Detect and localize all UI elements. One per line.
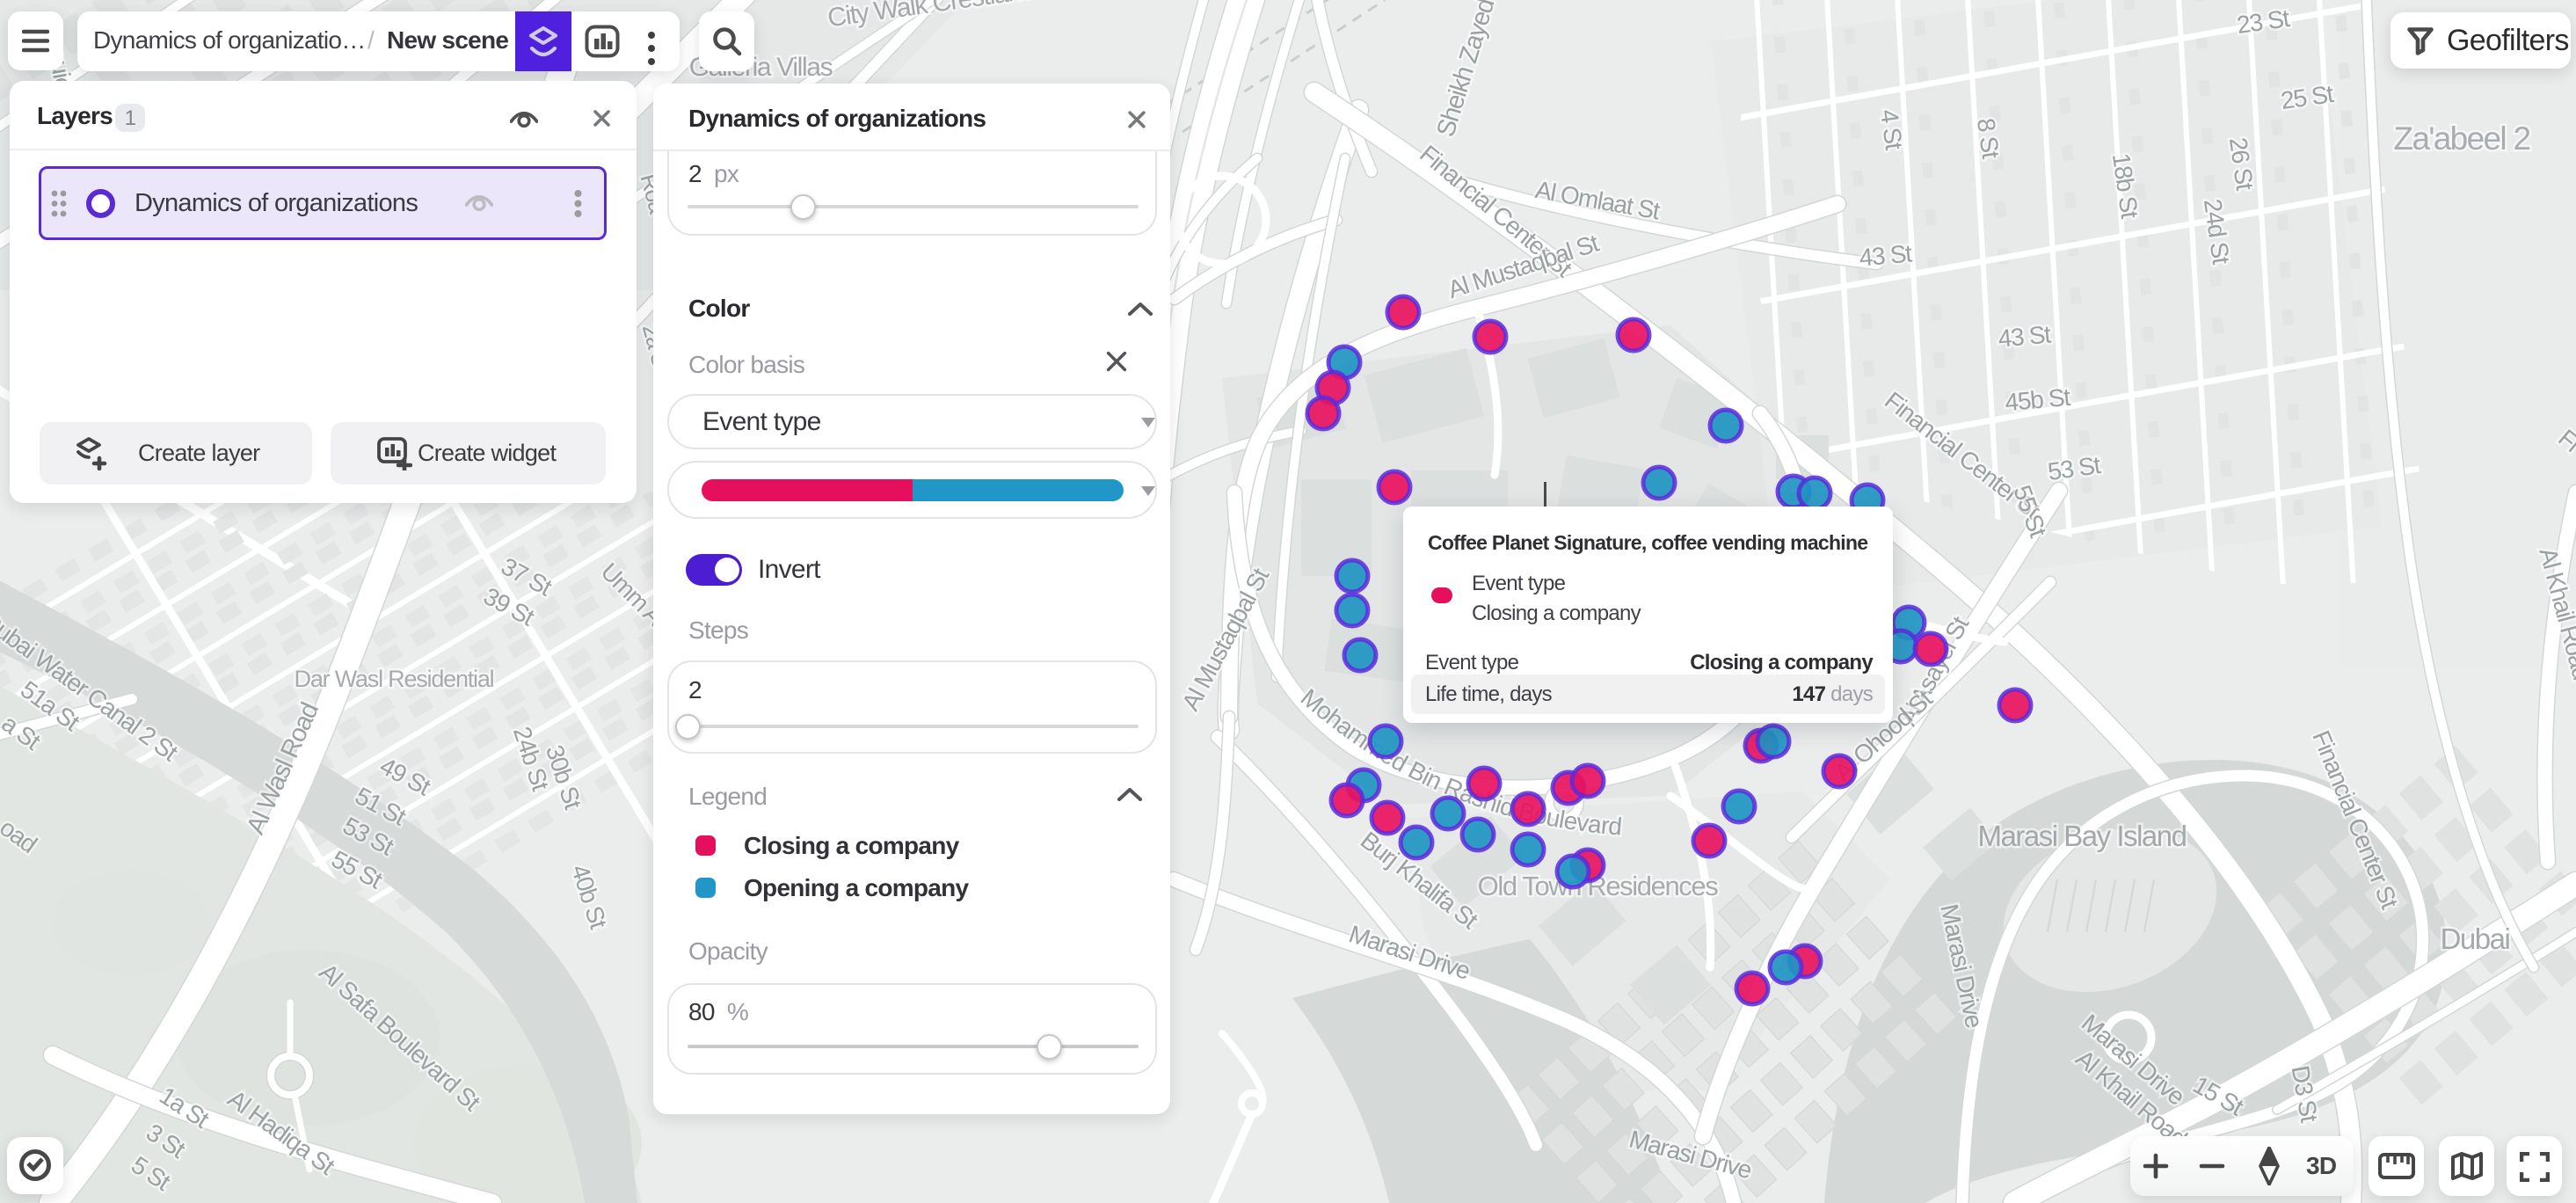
svg-text:4 St: 4 St bbox=[1875, 107, 1908, 151]
svg-text:43 St: 43 St bbox=[1858, 239, 1913, 271]
svg-text:Za'abeel 2: Za'abeel 2 bbox=[2394, 120, 2530, 157]
svg-text:Dar Wasl Residential: Dar Wasl Residential bbox=[295, 666, 494, 692]
svg-text:43 St: 43 St bbox=[1997, 320, 2052, 352]
svg-text:Marasi Bay Island: Marasi Bay Island bbox=[1977, 820, 2186, 852]
svg-text:8 St: 8 St bbox=[1972, 116, 2005, 160]
svg-text:Dubai: Dubai bbox=[2441, 922, 2510, 955]
svg-text:45b St: 45b St bbox=[2004, 383, 2071, 416]
